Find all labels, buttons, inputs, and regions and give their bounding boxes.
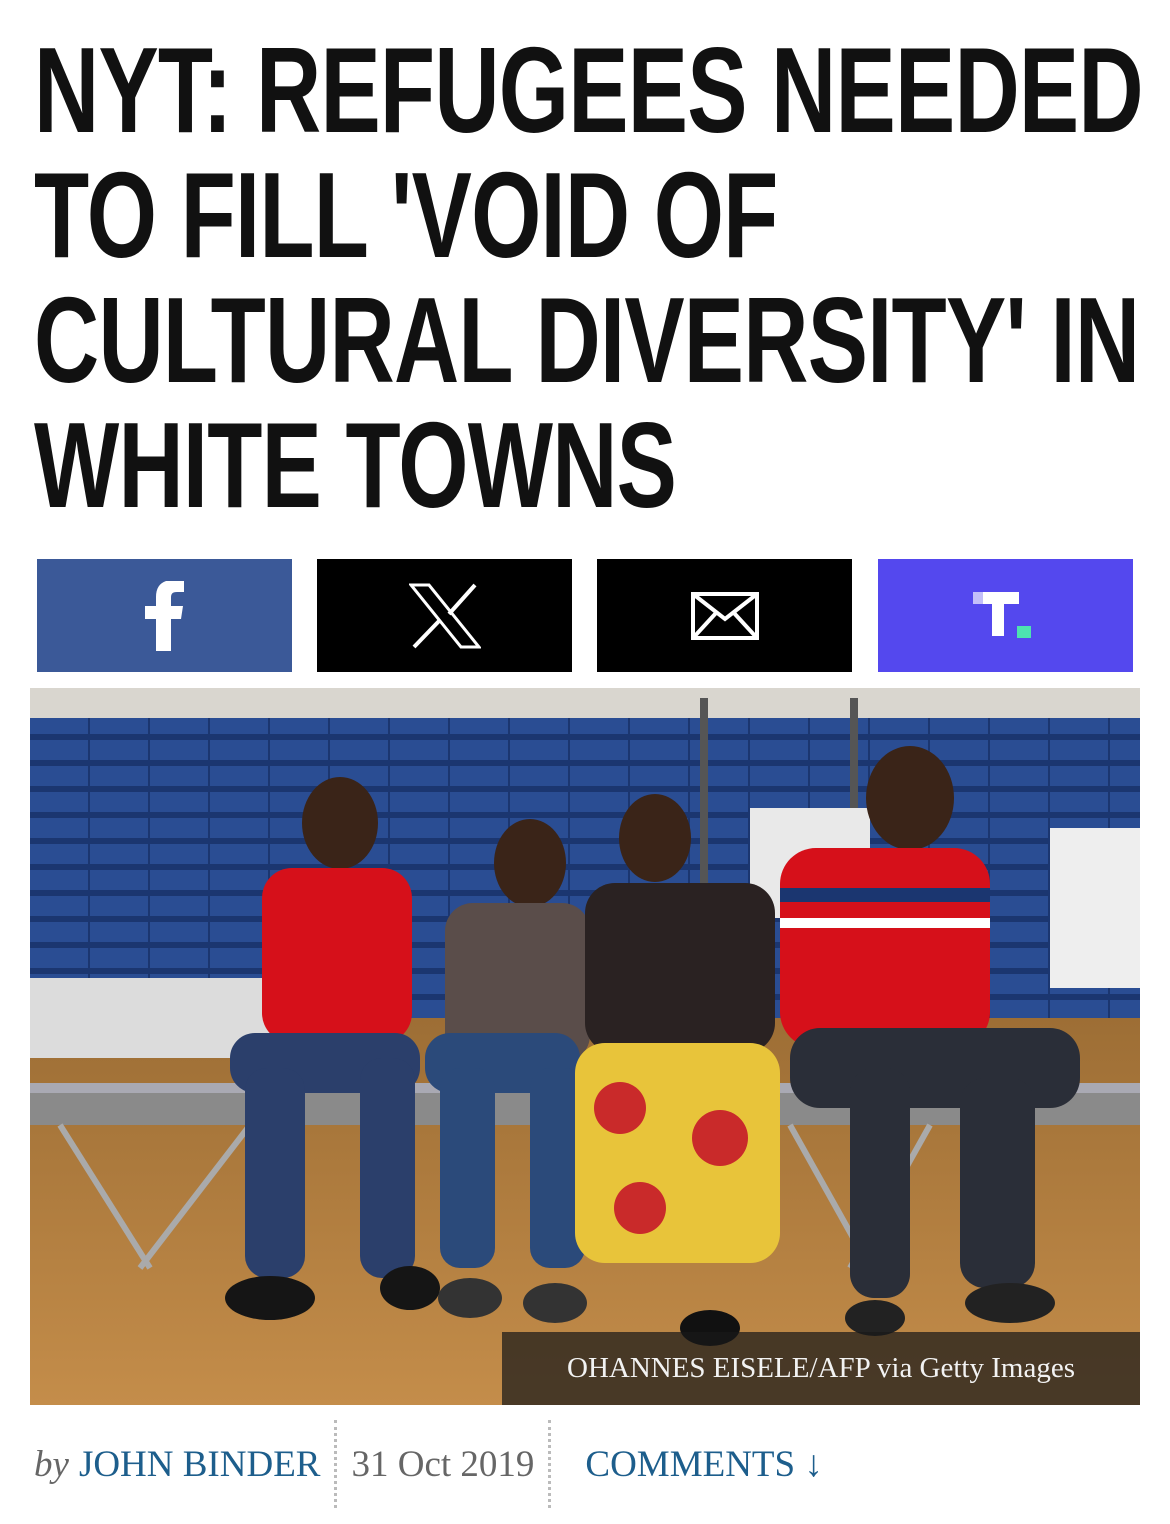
share-buttons [37,559,1133,672]
headline-line: CULTURAL DIVERSITY' IN [34,272,1140,408]
photo-credit: OHANNES EISELE/AFP via Getty Images [502,1332,1140,1405]
article-photo-illustration [30,688,1140,1405]
author-link[interactable]: JOHN BINDER [79,1443,321,1486]
article-photo: OHANNES EISELE/AFP via Getty Images [30,688,1140,1405]
byline-by: by [34,1443,69,1485]
facebook-icon [144,580,184,651]
truth-social-icon [972,591,1031,638]
byline-divider [334,1420,338,1508]
headline-line: WHITE TOWNS [34,397,677,533]
byline-divider [548,1420,552,1508]
headline-line: TO FILL 'VOID OF [34,147,778,283]
truth-social-share-button[interactable] [878,559,1133,672]
comments-link[interactable]: COMMENTS ↓ [585,1443,822,1486]
facebook-share-button[interactable] [37,559,292,672]
headline-line: NYT: REFUGEES NEEDED [34,22,1144,158]
x-share-button[interactable] [317,559,572,672]
headline: NYT: REFUGEES NEEDED TO FILL 'VOID OF CU… [34,22,1144,533]
byline: by JOHN BINDER 31 Oct 2019 COMMENTS ↓ [34,1418,1134,1510]
email-share-button[interactable] [597,559,852,672]
mail-icon [690,591,759,640]
publish-date: 31 Oct 2019 [351,1443,535,1485]
x-icon [408,583,481,648]
